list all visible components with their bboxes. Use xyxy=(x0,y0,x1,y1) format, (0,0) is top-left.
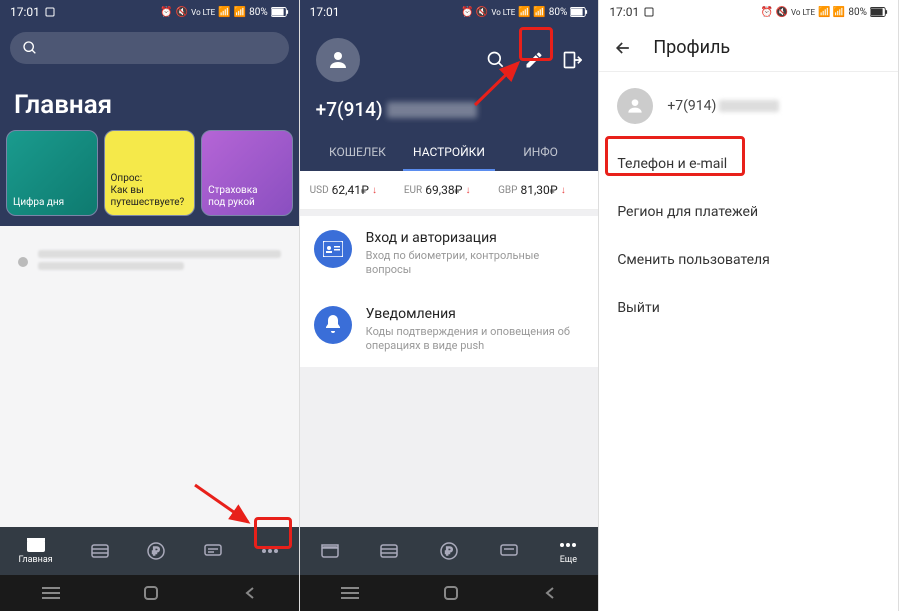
rate-usd[interactable]: USD 62,41₽ ↓ xyxy=(310,183,400,197)
logout-icon[interactable] xyxy=(562,50,582,70)
profile-phone-row: +7(914) xyxy=(599,72,898,140)
arrow-down-icon: ↓ xyxy=(561,185,566,196)
edit-icon[interactable] xyxy=(524,50,544,70)
search-input[interactable] xyxy=(10,32,289,64)
recent-button[interactable] xyxy=(341,586,359,600)
nav-chat[interactable] xyxy=(203,543,223,559)
menu-switch-user[interactable]: Сменить пользователя xyxy=(599,236,898,284)
screenshot-icon xyxy=(44,6,56,18)
home-button[interactable] xyxy=(143,585,159,601)
bottom-nav: ₽ Еще xyxy=(300,527,599,575)
content-area xyxy=(0,226,299,527)
mute-icon: 🔇 xyxy=(176,7,188,18)
id-card-icon xyxy=(314,230,352,268)
card-survey[interactable]: Опрос: Как вы путешествуете? xyxy=(104,130,196,216)
page-title: Профиль xyxy=(653,37,730,58)
settings-body: USD 62,41₽ ↓ EUR 69,38₽ ↓ GBP 81,30₽ ↓ В… xyxy=(300,171,599,527)
setting-notifications[interactable]: УведомленияКоды подтверждения и оповещен… xyxy=(300,292,599,368)
back-button[interactable] xyxy=(243,586,257,600)
nav-catalog[interactable] xyxy=(90,543,110,559)
tab-info[interactable]: ИНФО xyxy=(495,135,587,171)
home-button[interactable] xyxy=(443,585,459,601)
rate-gbp[interactable]: GBP 81,30₽ ↓ xyxy=(498,183,588,197)
tab-wallet[interactable]: КОШЕЛЕК xyxy=(312,135,404,171)
card-insurance[interactable]: Страховка под рукой xyxy=(201,130,293,216)
nav-home[interactable]: Главная xyxy=(18,537,52,565)
screen-settings: 17:01 ⏰ 🔇Vo LTE📶 📶 80% +7(914) КОШЕЛЕК Н… xyxy=(300,0,600,611)
card-digit[interactable]: Цифра дня xyxy=(6,130,98,216)
bottom-nav: Главная ₽ xyxy=(0,527,299,575)
status-bar: 17:01 ⏰ 🔇 Vo LTE 📶 📶 80% xyxy=(0,0,299,24)
profile-body: +7(914) Телефон и e-mail Регион для плат… xyxy=(599,72,898,611)
back-icon[interactable] xyxy=(613,38,633,58)
profile-header: +7(914) КОШЕЛЕК НАСТРОЙКИ ИНФО xyxy=(300,24,599,171)
phone-number: +7(914) xyxy=(312,92,587,135)
nav-more[interactable]: Еще xyxy=(558,537,578,565)
back-button[interactable] xyxy=(543,586,557,600)
rate-eur[interactable]: EUR 69,38₽ ↓ xyxy=(404,183,494,197)
android-nav xyxy=(0,575,299,611)
tab-settings[interactable]: НАСТРОЙКИ xyxy=(403,135,495,171)
menu-region[interactable]: Регион для платежей xyxy=(599,188,898,236)
tabs: КОШЕЛЕК НАСТРОЙКИ ИНФО xyxy=(312,135,587,171)
status-bar: 17:01 ⏰ 🔇Vo LTE📶 📶 80% xyxy=(599,0,898,24)
setting-auth[interactable]: Вход и авторизацияВход по биометрии, кон… xyxy=(300,216,599,292)
status-bar: 17:01 ⏰ 🔇Vo LTE📶 📶 80% xyxy=(300,0,599,24)
status-time: 17:01 xyxy=(609,5,639,19)
arrow-down-icon: ↓ xyxy=(372,185,377,196)
menu-logout[interactable]: Выйти xyxy=(599,284,898,332)
screen-profile: 17:01 ⏰ 🔇Vo LTE📶 📶 80% Профиль +7(914) Т… xyxy=(599,0,899,611)
status-time: 17:01 xyxy=(10,5,40,19)
avatar xyxy=(617,88,653,124)
alarm-icon: ⏰ xyxy=(160,7,172,18)
header xyxy=(0,24,299,76)
page-title: Главная xyxy=(0,76,299,130)
header: Профиль xyxy=(599,24,898,72)
nav-payments[interactable]: ₽ xyxy=(146,543,166,559)
search-icon[interactable] xyxy=(486,50,506,70)
phone-number: +7(914) xyxy=(667,98,779,114)
list-item[interactable] xyxy=(10,242,289,282)
svg-text:₽: ₽ xyxy=(445,545,452,558)
screen-home: 17:01 ⏰ 🔇 Vo LTE 📶 📶 80% Главная Цифра д… xyxy=(0,0,300,611)
promo-cards: Цифра дня Опрос: Как вы путешествуете? С… xyxy=(0,130,299,226)
nav-catalog[interactable] xyxy=(379,543,399,559)
bell-icon xyxy=(314,306,352,344)
svg-text:₽: ₽ xyxy=(153,545,160,558)
signal-icon: 📶 xyxy=(234,7,246,18)
search-icon xyxy=(22,40,38,56)
android-nav xyxy=(300,575,599,611)
battery-icon xyxy=(271,7,289,17)
nav-home[interactable] xyxy=(320,543,340,559)
arrow-down-icon: ↓ xyxy=(466,185,471,196)
currency-rates: USD 62,41₽ ↓ EUR 69,38₽ ↓ GBP 81,30₽ ↓ xyxy=(300,171,599,210)
nav-chat[interactable] xyxy=(499,543,519,559)
menu-phone-email[interactable]: Телефон и e-mail xyxy=(599,140,898,188)
nav-payments[interactable]: ₽ xyxy=(439,543,459,559)
wifi-icon: 📶 xyxy=(218,7,230,18)
avatar[interactable] xyxy=(316,38,360,82)
status-time: 17:01 xyxy=(310,5,340,19)
battery-pct: 80% xyxy=(249,7,268,18)
recent-button[interactable] xyxy=(42,586,60,600)
nav-more[interactable] xyxy=(260,543,280,559)
